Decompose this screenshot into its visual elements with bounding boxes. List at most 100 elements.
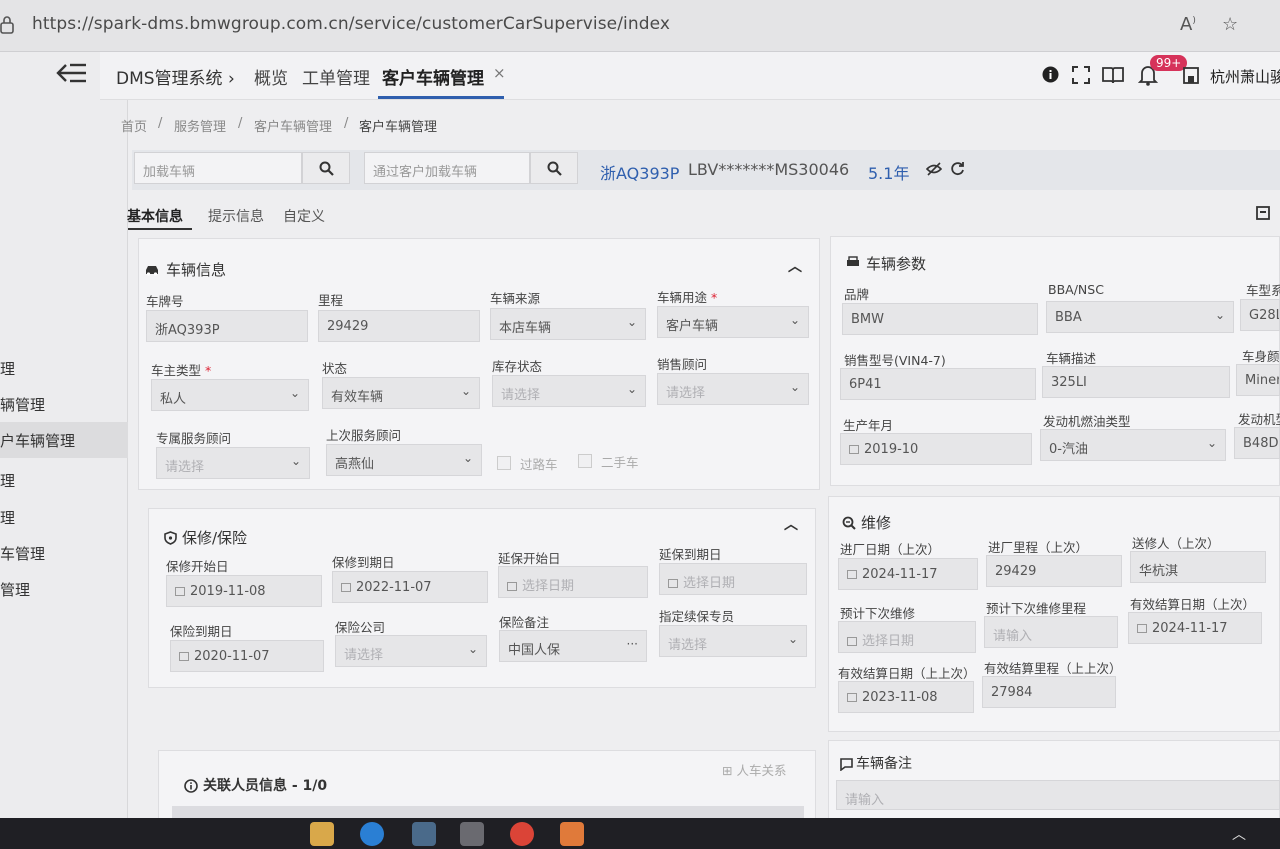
breadcrumb-service[interactable]: 服务管理 (174, 116, 226, 135)
close-tab-icon[interactable]: × (493, 64, 506, 82)
calendar-icon (847, 693, 857, 702)
edge-browser-icon[interactable] (360, 822, 384, 846)
favorite-star-icon[interactable]: ☆ (1222, 14, 1238, 35)
calendar-icon (847, 637, 857, 646)
calendar-icon (1137, 624, 1147, 633)
repair-title: 维修 (861, 514, 892, 532)
brand-title[interactable]: DMS管理系统 › (116, 64, 235, 89)
used-car-checkbox[interactable] (578, 454, 592, 468)
chevron-down-icon: ⌄ (290, 454, 301, 468)
fuel-type-label: 发动机燃油类型 (1043, 414, 1131, 429)
fuel-type-select[interactable]: 0-汽油 ⌄ (1040, 429, 1226, 461)
breadcrumb-home[interactable]: 首页 (121, 116, 147, 135)
sidebar-item-4[interactable]: 理 (0, 470, 15, 491)
warranty-start-field[interactable]: 2019-11-08 (166, 575, 322, 607)
ext-warranty-end-field[interactable]: 选择日期 (659, 563, 807, 595)
status-label: 状态 (322, 361, 348, 376)
usage-select[interactable]: 客户车辆 ⌄ (657, 306, 809, 338)
taskbar-app-icon[interactable] (460, 822, 484, 846)
chrome-browser-icon[interactable] (510, 822, 534, 846)
model-series-field[interactable]: G28L (1240, 299, 1280, 331)
user-dealer-name[interactable]: 杭州萧山骏 (1210, 66, 1280, 87)
owner-type-label: 车主类型 * (151, 363, 212, 378)
load-by-customer-input[interactable]: 通过客户加载车辆 (364, 152, 530, 184)
next-repair-mileage-field[interactable]: 请输入 (984, 616, 1118, 648)
collapse-vehicle-info-icon[interactable]: ︿ (788, 256, 802, 276)
insurance-end-field[interactable]: 2020-11-07 (170, 640, 324, 672)
renewal-agent-select[interactable]: 请选择 ⌄ (659, 625, 807, 657)
tab-customer-vehicles[interactable]: 客户车辆管理 (382, 64, 484, 89)
last-settlement-date-field[interactable]: 2024-11-17 (1128, 612, 1262, 644)
stock-status-select[interactable]: 请选择 ⌄ (492, 375, 646, 407)
chevron-down-icon: ⌄ (626, 315, 637, 329)
search-customer-button[interactable] (530, 152, 578, 184)
warranty-end-field[interactable]: 2022-11-07 (332, 571, 488, 603)
book-icon[interactable] (1102, 66, 1124, 84)
loaded-plate[interactable]: 浙AQ393P (600, 160, 679, 184)
status-select[interactable]: 有效车辆 ⌄ (322, 377, 480, 409)
search-vehicle-button[interactable] (302, 152, 350, 184)
owner-type-select[interactable]: 私人 ⌄ (151, 379, 309, 411)
more-icon[interactable]: ··· (627, 637, 638, 651)
sidebar-item-customer-vehicle[interactable]: 户车辆管理 (0, 422, 128, 458)
repair-search-icon (842, 516, 856, 530)
tab-custom[interactable]: 自定义 (283, 206, 325, 226)
taskbar-app-icon[interactable] (560, 822, 584, 846)
sales-advisor-select[interactable]: 请选择 ⌄ (657, 373, 809, 405)
info-icon[interactable] (1042, 66, 1059, 83)
ext-warranty-end-label: 延保到期日 (659, 547, 722, 562)
taskbar-app-icon[interactable] (412, 822, 436, 846)
production-date-field[interactable]: 2019-10 (840, 433, 1032, 465)
hide-eye-icon[interactable] (926, 162, 942, 176)
vehicle-remark-input[interactable]: 请输入 (836, 780, 1280, 810)
passing-car-checkbox[interactable] (497, 456, 511, 470)
source-label: 车辆来源 (490, 291, 541, 306)
sales-model-field[interactable]: 6P41 (840, 368, 1036, 400)
sidebar-item-2[interactable]: 辆管理 (0, 394, 45, 415)
car-params-icon (847, 256, 859, 266)
sidebar-item-7[interactable]: 管理 (0, 579, 30, 600)
engine-model-field[interactable]: B48D (1234, 427, 1280, 459)
last-entry-mileage-label: 进厂里程（上次） (988, 540, 1089, 555)
collapse-menu-icon[interactable] (56, 62, 88, 84)
vehicle-desc-field[interactable]: 325LI (1042, 366, 1230, 398)
last-entry-date-field[interactable]: 2024-11-17 (838, 558, 978, 590)
next-repair-field[interactable]: 选择日期 (838, 621, 976, 653)
mileage-field[interactable]: 29429 (318, 310, 480, 342)
breadcrumb-customer-vehicle[interactable]: 客户车辆管理 (254, 116, 332, 135)
last-advisor-select[interactable]: 高燕仙 ⌄ (326, 444, 482, 476)
plate-field[interactable]: 浙AQ393P (146, 310, 308, 342)
insurer-select[interactable]: 请选择 ⌄ (335, 635, 487, 667)
mileage-label: 里程 (318, 293, 344, 308)
file-explorer-icon[interactable] (310, 822, 334, 846)
sidebar-item-6[interactable]: 车管理 (0, 543, 45, 564)
fullscreen-icon[interactable] (1072, 66, 1090, 84)
sidebar-item-5[interactable]: 理 (0, 507, 15, 528)
exclusive-advisor-select[interactable]: 请选择 ⌄ (156, 447, 310, 479)
collapse-warranty-icon[interactable]: ︿ (784, 514, 798, 534)
insurance-note-field[interactable]: 中国人保 ··· (499, 630, 647, 662)
tab-work-orders[interactable]: 工单管理 (302, 64, 370, 89)
tab-hint-info[interactable]: 提示信息 (208, 206, 264, 226)
read-aloud-icon[interactable]: A) (1180, 14, 1196, 35)
tray-chevron-up-icon[interactable]: ︿ (1232, 824, 1246, 844)
prev-settlement-date-field[interactable]: 2023-11-08 (838, 681, 974, 713)
store-icon[interactable] (1182, 66, 1200, 84)
source-select[interactable]: 本店车辆 ⌄ (490, 308, 646, 340)
person-car-relation-button[interactable]: ⊞ 人车关系 (722, 760, 786, 779)
load-vehicle-input[interactable]: 加载车辆 (134, 152, 302, 184)
brand-field[interactable]: BMW (842, 303, 1038, 335)
tab-basic-info[interactable]: 基本信息 (127, 206, 183, 226)
prev-settlement-mileage-field[interactable]: 27984 (982, 676, 1116, 708)
address-bar-url[interactable]: https://spark-dms.bmwgroup.com.cn/servic… (32, 14, 670, 34)
last-entry-mileage-field[interactable]: 29429 (986, 555, 1122, 587)
preview-icon[interactable] (1256, 206, 1270, 220)
sidebar-item-1[interactable]: 理 (0, 358, 15, 379)
refresh-icon[interactable] (950, 161, 965, 176)
used-car-label: 二手车 (601, 455, 639, 470)
body-color-field[interactable]: Minera (1236, 364, 1280, 396)
bba-nsc-select[interactable]: BBA ⌄ (1046, 301, 1234, 333)
ext-warranty-start-field[interactable]: 选择日期 (498, 566, 648, 598)
last-sender-field[interactable]: 华杭淇 (1130, 551, 1266, 583)
tab-overview[interactable]: 概览 (254, 64, 288, 89)
